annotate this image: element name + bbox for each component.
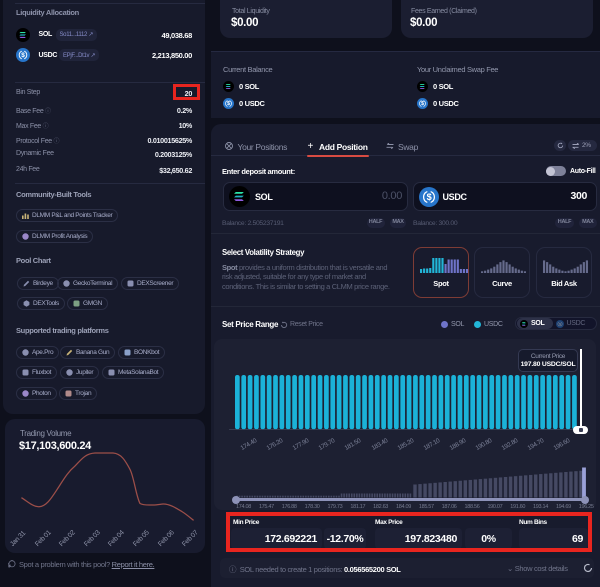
svg-text:$: $ [559,322,561,326]
svg-text:$: $ [227,101,230,107]
svg-text:$: $ [421,101,424,107]
